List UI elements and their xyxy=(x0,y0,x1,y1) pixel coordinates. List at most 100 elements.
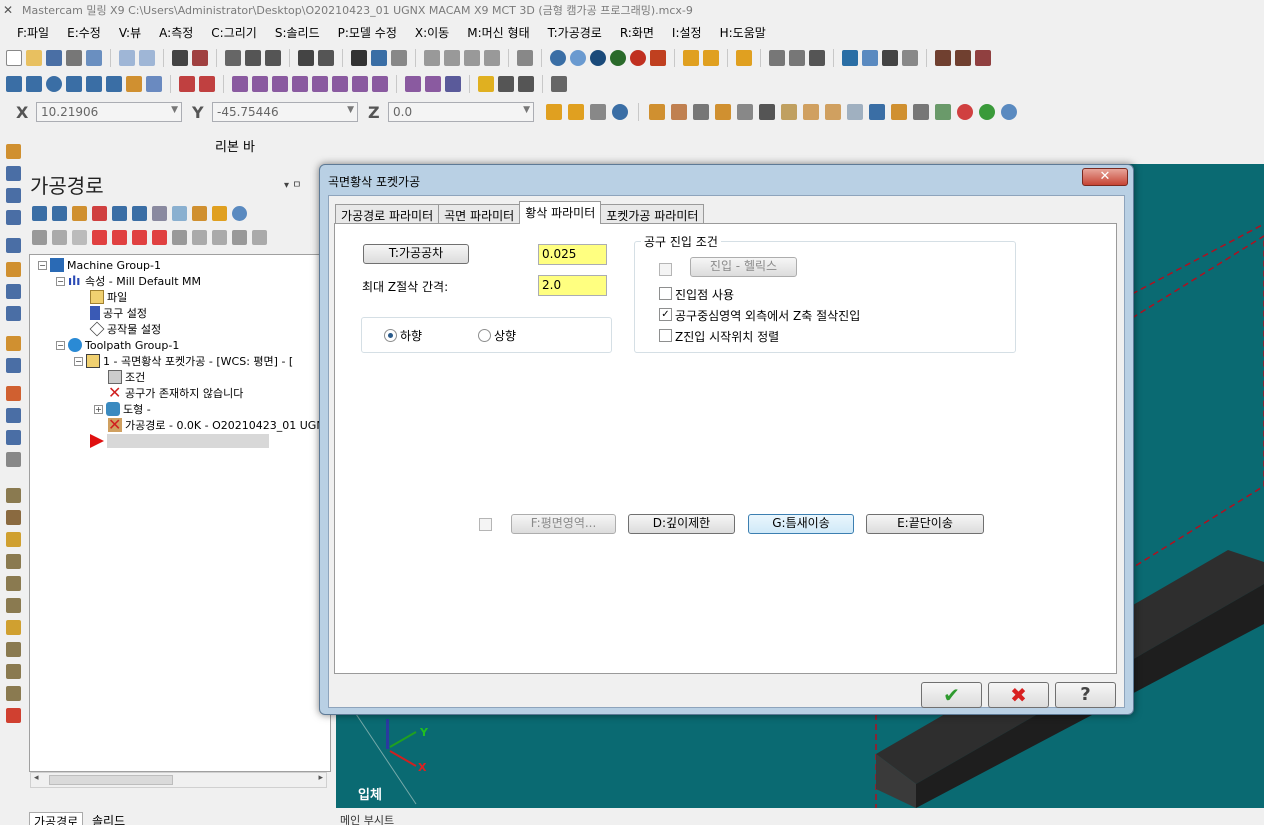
insert-arrow-icon[interactable] xyxy=(132,229,147,245)
menu-edit[interactable]: E:수정 xyxy=(58,22,110,44)
arc-icon[interactable] xyxy=(86,76,102,92)
solid-chamfer-icon[interactable] xyxy=(6,598,21,613)
tree-node-machine-group[interactable]: − Machine Group-1 xyxy=(38,257,161,273)
facing-button[interactable]: F:평면영역... xyxy=(511,514,616,534)
solid-loft-icon[interactable] xyxy=(6,554,21,569)
backplot-ops-icon[interactable] xyxy=(112,205,127,221)
level-icon[interactable] xyxy=(405,76,421,92)
menu-solids[interactable]: S:솔리드 xyxy=(266,22,329,44)
xform-rotate-icon[interactable] xyxy=(252,76,268,92)
planes-icon[interactable] xyxy=(391,50,407,66)
snap-icon[interactable] xyxy=(568,104,584,120)
zoom-window-icon[interactable] xyxy=(245,50,261,66)
select-all-ops-icon[interactable] xyxy=(32,205,47,221)
backplot-icon[interactable] xyxy=(955,50,971,66)
pen-icon[interactable] xyxy=(683,50,699,66)
scroll-right-icon[interactable]: ▸ xyxy=(318,773,323,783)
xform-offset-icon[interactable] xyxy=(312,76,328,92)
body-select-icon[interactable] xyxy=(825,104,841,120)
drill-icon[interactable] xyxy=(6,188,21,203)
collapse-icon[interactable]: − xyxy=(56,276,65,286)
solid-shell-icon[interactable] xyxy=(6,620,21,635)
group-icon[interactable] xyxy=(425,76,441,92)
toolpath-help-icon[interactable] xyxy=(232,205,247,221)
radio-climb[interactable] xyxy=(384,329,397,342)
toolpath-verify-icon[interactable] xyxy=(935,50,951,66)
fit-screen-icon[interactable] xyxy=(172,50,188,66)
cancel-button[interactable]: ✖ xyxy=(988,682,1049,708)
use-entry-point-checkbox[interactable] xyxy=(659,287,672,300)
top-view-icon[interactable] xyxy=(424,50,440,66)
zoom-icon[interactable] xyxy=(265,50,281,66)
select-only-icon[interactable] xyxy=(671,104,687,120)
window-select-icon[interactable] xyxy=(737,104,753,120)
tree-node-tool-settings[interactable]: 공구 설정 xyxy=(90,305,147,321)
cylinder-icon[interactable] xyxy=(126,76,142,92)
bulb-icon[interactable] xyxy=(478,76,494,92)
move-up-icon[interactable] xyxy=(112,229,127,245)
tab-solids[interactable]: 솔리드 xyxy=(88,812,129,825)
regenerate-dirty-icon[interactable] xyxy=(92,205,107,221)
xform-mirror-icon[interactable] xyxy=(272,76,288,92)
tree-node-toolpath[interactable]: ✕ 가공경로 - 0.0K - O20210423_01 UGN xyxy=(108,417,325,433)
hidden-line-icon[interactable] xyxy=(630,50,646,66)
point-icon[interactable] xyxy=(6,76,22,92)
x-coordinate-input[interactable]: 10.21906 ▼ xyxy=(36,102,182,122)
menu-settings[interactable]: I:설정 xyxy=(663,22,711,44)
gap-settings-button[interactable]: G:틈새이송 xyxy=(748,514,854,534)
align-z-start-checkbox[interactable] xyxy=(659,329,672,342)
redo-icon[interactable] xyxy=(139,50,155,66)
circle-icon[interactable] xyxy=(46,76,62,92)
menu-file[interactable]: F:파일 xyxy=(8,22,58,44)
undo-icon[interactable] xyxy=(119,50,135,66)
pencil-icon[interactable] xyxy=(703,50,719,66)
delete-icon[interactable] xyxy=(199,76,215,92)
solid-select-icon[interactable] xyxy=(781,104,797,120)
fast-point-icon[interactable] xyxy=(590,104,606,120)
solid-box-icon[interactable] xyxy=(6,708,21,723)
menu-model-prep[interactable]: P:모델 수정 xyxy=(329,22,406,44)
multiaxis-icon[interactable] xyxy=(6,336,21,351)
toggle-post-icon[interactable] xyxy=(72,229,87,245)
wireframe-icon[interactable] xyxy=(610,50,626,66)
tree-node-tool[interactable]: ✕ 공구가 존재하지 않습니다 xyxy=(108,385,243,401)
expand-icon[interactable] xyxy=(212,229,227,245)
solid-trim-icon[interactable] xyxy=(6,642,21,657)
tab-pocket-parameters[interactable]: 포켓가공 파라미터 xyxy=(600,204,705,224)
tree-node-properties[interactable]: − ılı 속성 - Mill Default MM xyxy=(56,273,201,289)
solid-extrude-icon[interactable] xyxy=(6,488,21,503)
rectangle-icon[interactable] xyxy=(66,76,82,92)
surface-rough-icon[interactable] xyxy=(6,262,21,277)
autocursor-icon[interactable] xyxy=(546,104,562,120)
scroll-arrow-icon[interactable] xyxy=(152,229,167,245)
chain-icon[interactable] xyxy=(715,104,731,120)
depth-cuts-button[interactable]: D:깊이제한 xyxy=(628,514,735,534)
tolerance-button[interactable]: T:가공공차 xyxy=(363,244,469,264)
radio-conventional[interactable] xyxy=(478,329,491,342)
deselect-ops-icon[interactable] xyxy=(52,205,67,221)
expand-icon[interactable]: + xyxy=(94,404,103,414)
toggle-display-icon[interactable] xyxy=(52,229,67,245)
zoom-out-icon[interactable] xyxy=(318,50,334,66)
check-query-icon[interactable] xyxy=(769,50,785,66)
menu-help[interactable]: H:도움말 xyxy=(711,22,775,44)
high-feed-icon[interactable] xyxy=(192,205,207,221)
dimension-vertical-icon[interactable] xyxy=(518,76,534,92)
menu-screen[interactable]: R:화면 xyxy=(611,22,663,44)
tree-node-toolpath-group[interactable]: − Toolpath Group-1 xyxy=(56,337,179,353)
help-button[interactable]: ? xyxy=(1055,682,1116,708)
surface-icon[interactable] xyxy=(146,76,162,92)
surface-finish-icon[interactable] xyxy=(6,284,21,299)
attributes-icon[interactable] xyxy=(445,76,461,92)
loop-select-icon[interactable] xyxy=(891,104,907,120)
cube-view-icon[interactable] xyxy=(517,50,533,66)
save-icon[interactable] xyxy=(46,50,62,66)
z-coordinate-input[interactable]: 0.0 ▼ xyxy=(388,102,534,122)
solid-revolve-icon[interactable] xyxy=(6,510,21,525)
dialog-close-button[interactable]: ✕ xyxy=(1082,168,1128,186)
unzoom-icon[interactable] xyxy=(298,50,314,66)
menu-toolpaths[interactable]: T:가공경로 xyxy=(539,22,611,44)
selection-mode-icon[interactable] xyxy=(693,104,709,120)
stop-icon[interactable] xyxy=(957,104,973,120)
hatch-icon[interactable] xyxy=(551,76,567,92)
